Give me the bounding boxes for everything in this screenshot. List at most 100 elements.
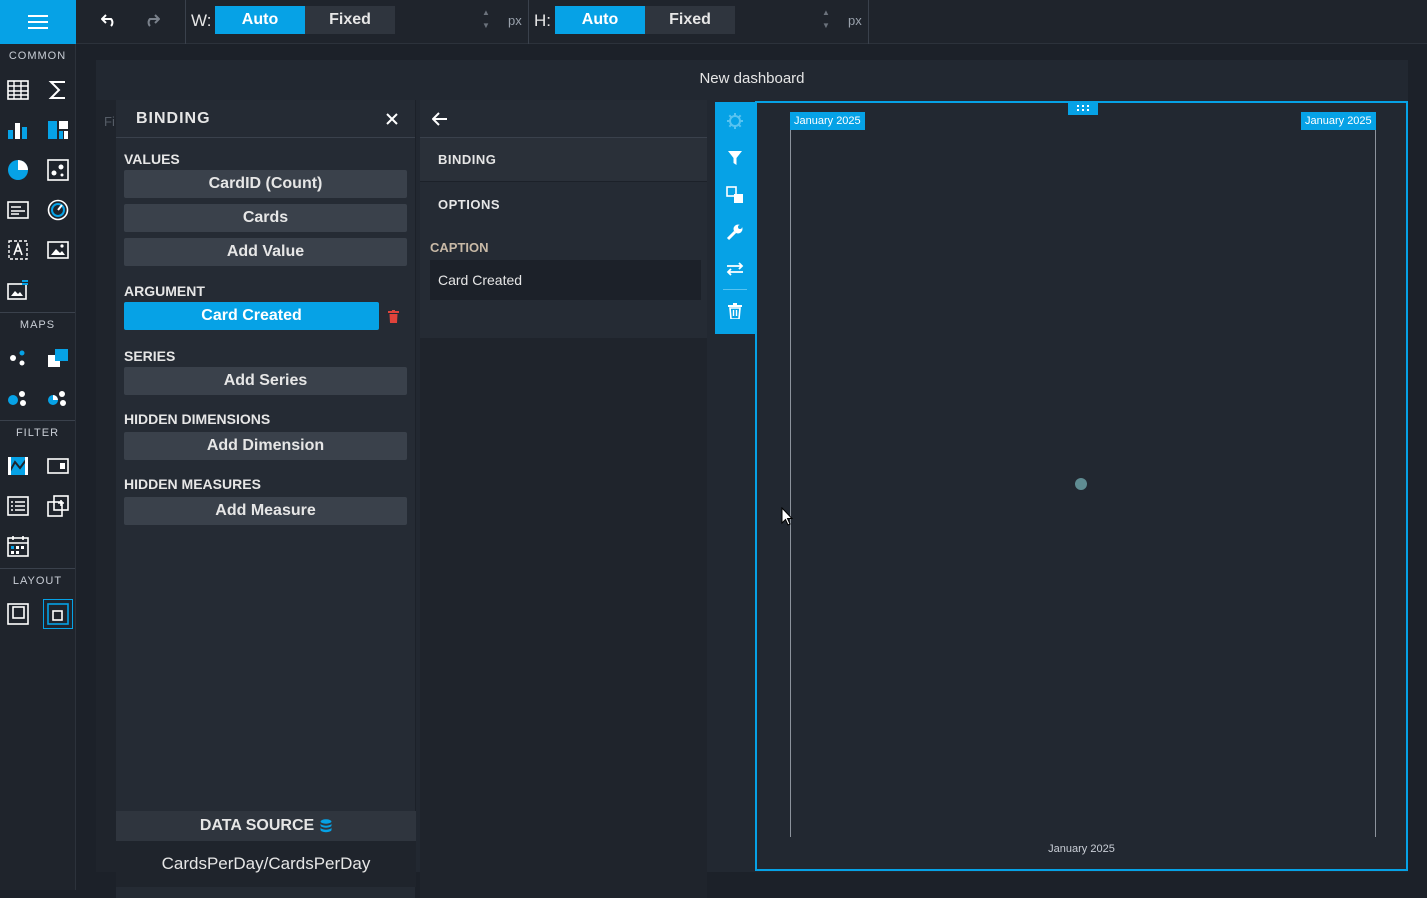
gear-icon [727,112,743,129]
width-increment-button[interactable]: ▲ [479,8,493,17]
width-auto-option[interactable]: Auto [215,6,305,34]
bubble-map-icon [7,391,26,406]
section-maps: MAPS [0,312,75,336]
add-dimension-button[interactable]: Add Dimension [124,432,407,460]
grid-item-button[interactable] [0,72,36,108]
width-fixed-option[interactable]: Fixed [305,6,395,34]
tree-view-icon [46,495,69,517]
values-title: VALUES [124,151,180,167]
height-increment-button[interactable]: ▲ [819,8,833,17]
chart-item-button[interactable] [0,112,36,148]
delete-item-button[interactable] [715,292,755,329]
section-common: COMMON [8,50,67,62]
scatter-icon [46,159,69,181]
series-group: SERIES Add Series [116,336,415,395]
data-source-value[interactable]: CardsPerDay/CardsPerDay [116,841,416,887]
height-fixed-option[interactable]: Fixed [645,6,735,34]
add-measure-button[interactable]: Add Measure [124,497,407,525]
swap-arrows-icon [726,261,744,276]
data-point[interactable] [1075,478,1087,490]
binding-panel: BINDING VALUES CardID (Count) Cards Add … [116,100,416,898]
height-auto-option[interactable]: Auto [555,6,645,34]
settings-button[interactable] [715,102,755,139]
image-item-button[interactable] [40,232,76,268]
argument-title: ARGUMENT [124,283,205,299]
height-decrement-button[interactable]: ▼ [819,21,833,30]
cursor-icon [781,506,794,526]
tab-binding[interactable]: BINDING [420,138,707,182]
height-unit-label: px [848,13,862,28]
gauge-item-button[interactable] [40,192,76,228]
section-filter: FILTER [0,420,75,444]
value-item[interactable]: Cards [124,204,407,232]
convert-icon [726,185,743,203]
chart-dashboard-item[interactable]: January 2025 January 2025 January 2025 [755,101,1408,871]
custom-item-button[interactable] [0,272,36,308]
card-item-button[interactable] [40,72,76,108]
toolbar-separator [185,0,186,44]
pie-map-button[interactable] [40,380,76,416]
geo-point-map-button[interactable] [0,340,36,376]
hidden-dimensions-group: HIDDEN DIMENSIONS Add Dimension [116,401,415,460]
date-filter-button[interactable] [0,528,36,564]
text-box-icon [6,201,29,219]
bound-image-item-button[interactable] [0,232,36,268]
height-label: H: [534,11,551,30]
hidden-measures-group: HIDDEN MEASURES Add Measure [116,466,415,525]
item-action-bar [715,102,755,334]
width-decrement-button[interactable]: ▼ [479,21,493,30]
section-layout: LAYOUT [0,568,75,592]
text-box-item-button[interactable] [0,192,36,228]
choropleth-map-button[interactable] [40,340,76,376]
mouse-cursor [781,506,794,531]
underlying-panel-text: Fi [104,114,115,129]
treemap-item-button[interactable] [40,112,76,148]
redo-button[interactable] [132,0,172,40]
dashboard-title[interactable]: New dashboard [96,70,1408,87]
range-start-label: January 2025 [790,112,865,130]
binding-panel-title: BINDING [136,109,211,127]
menu-button[interactable] [0,0,76,44]
x-axis-label: January 2025 [1048,843,1115,855]
width-label: W: [191,11,212,30]
redo-icon [147,14,160,27]
swap-button[interactable] [715,250,755,287]
undo-button[interactable] [89,0,129,40]
convert-button[interactable] [715,176,755,213]
tree-view-button[interactable] [40,488,76,524]
tab-container-button[interactable] [40,596,76,632]
remove-argument-button[interactable] [379,309,407,323]
data-source-header[interactable]: DATA SOURCE [116,811,416,841]
gauge-icon [47,199,68,221]
pie-icon [7,160,28,180]
group-icon [6,603,29,625]
tab-options[interactable]: OPTIONS [420,182,707,226]
close-icon[interactable] [385,112,399,126]
bubble-map-button[interactable] [0,380,36,416]
add-series-button[interactable]: Add Series [124,367,407,395]
sigma-icon [48,81,65,99]
toolbox: COMMON MAPS FILTER LAYOUT [0,0,76,890]
data-source-title: DATA SOURCE [199,817,315,834]
scatter-item-button[interactable] [40,152,76,188]
drag-handle[interactable] [1068,101,1098,115]
interactivity-button[interactable] [715,139,755,176]
list-box-button[interactable] [0,488,36,524]
argument-item[interactable]: Card Created [124,302,380,330]
range-filter-button[interactable] [0,448,36,484]
value-item[interactable]: CardID (Count) [124,170,407,198]
caption-input[interactable]: Card Created [430,260,701,300]
pie-item-button[interactable] [0,152,36,188]
group-item-button[interactable] [0,596,36,632]
design-options-button[interactable] [715,213,755,250]
database-icon [320,819,332,833]
range-end-label: January 2025 [1301,112,1376,130]
add-value-button[interactable]: Add Value [124,238,407,266]
tab-container-icon [46,603,69,625]
combo-box-button[interactable] [40,448,76,484]
range-end-line[interactable] [1375,130,1376,837]
caption-label: CAPTION [430,240,489,255]
trash-icon [728,302,742,319]
range-start-line[interactable] [790,130,791,837]
back-button[interactable] [420,100,707,138]
